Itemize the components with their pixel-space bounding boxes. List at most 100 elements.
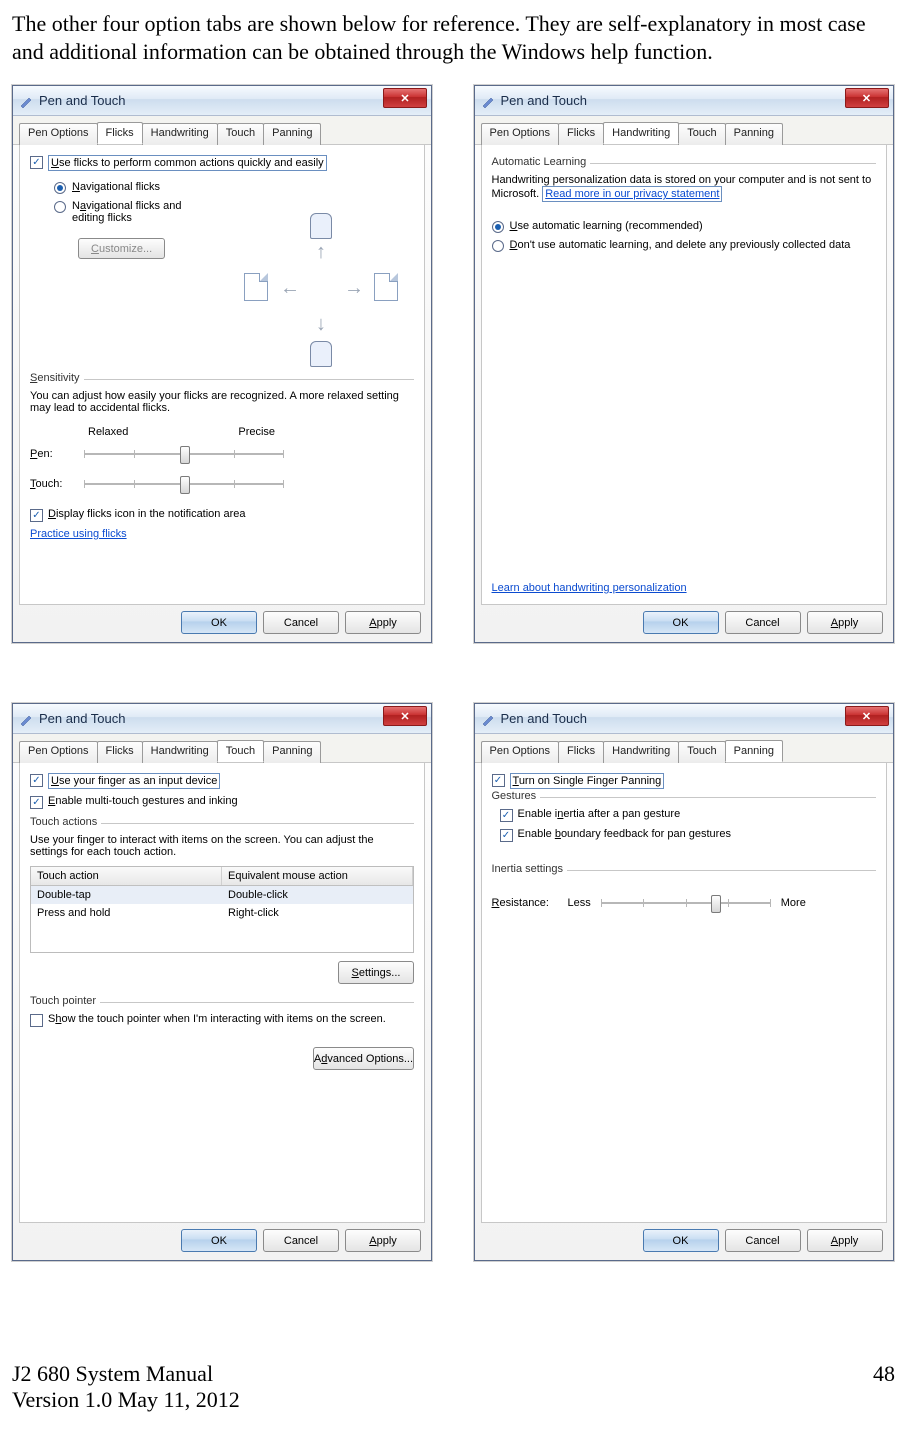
- use-finger-checkbox[interactable]: [30, 774, 43, 787]
- cancel-button[interactable]: Cancel: [263, 1229, 339, 1252]
- button-row: OK Cancel Apply: [475, 1229, 893, 1252]
- close-button[interactable]: ✕: [383, 88, 427, 108]
- auto-learning-label1: Use automatic learning (recommended): [510, 220, 703, 232]
- resistance-slider[interactable]: [601, 893, 771, 913]
- close-icon: ✕: [400, 92, 409, 105]
- settings-button[interactable]: Settings...: [338, 961, 414, 984]
- close-icon: ✕: [862, 92, 871, 105]
- tab-touch[interactable]: Touch: [678, 741, 725, 763]
- tab-handwriting[interactable]: Handwriting: [603, 741, 679, 763]
- tab-handwriting[interactable]: Handwriting: [142, 741, 218, 763]
- ok-button[interactable]: OK: [643, 1229, 719, 1252]
- tab-touch[interactable]: Touch: [217, 740, 264, 762]
- apply-button[interactable]: Apply: [807, 1229, 883, 1252]
- learn-handwriting-link[interactable]: Learn about handwriting personalization: [492, 582, 687, 594]
- apply-button[interactable]: Apply: [345, 611, 421, 634]
- window-title: Pen and Touch: [39, 711, 126, 726]
- resistance-row: Resistance: Less More: [492, 893, 876, 913]
- privacy-link[interactable]: Read more in our privacy statement: [542, 186, 722, 202]
- gestures-label: Gestures: [492, 790, 541, 802]
- tab-panning[interactable]: Panning: [725, 123, 783, 145]
- pen-icon: [19, 712, 33, 726]
- cell: Double-click: [222, 886, 413, 904]
- tab-flicks[interactable]: Flicks: [558, 123, 604, 145]
- tab-handwriting[interactable]: Handwriting: [142, 123, 218, 145]
- tab-flicks[interactable]: Flicks: [558, 741, 604, 763]
- touch-actions-text: Use your finger to interact with items o…: [30, 834, 414, 858]
- single-finger-checkbox[interactable]: [492, 774, 505, 787]
- display-icon-checkbox[interactable]: [30, 509, 43, 522]
- tab-flicks[interactable]: Flicks: [97, 122, 143, 144]
- window-title: Pen and Touch: [501, 93, 588, 108]
- auto-learning-radio[interactable]: [492, 221, 504, 233]
- touch-actions-table: Touch action Equivalent mouse action Dou…: [30, 866, 414, 953]
- tab-flicks[interactable]: Flicks: [97, 741, 143, 763]
- close-button[interactable]: ✕: [845, 706, 889, 726]
- tab-panning[interactable]: Panning: [725, 740, 783, 762]
- table-row[interactable]: Double-tap Double-click: [31, 886, 413, 904]
- col-touch-action: Touch action: [31, 867, 222, 885]
- enable-multi-checkbox[interactable]: [30, 796, 43, 809]
- resistance-label: Resistance:: [492, 897, 558, 909]
- intro-paragraph: The other four option tabs are shown bel…: [12, 10, 895, 65]
- ok-button[interactable]: OK: [181, 1229, 257, 1252]
- dialog-panning: Pen and Touch ✕ Pen Options Flicks Handw…: [474, 703, 894, 1261]
- use-flicks-checkbox[interactable]: [30, 156, 43, 169]
- customize-button[interactable]: Customize...: [78, 238, 165, 259]
- tab-touch[interactable]: Touch: [217, 123, 264, 145]
- titlebar: Pen and Touch ✕: [475, 704, 893, 734]
- dialog-touch: Pen and Touch ✕ Pen Options Flicks Handw…: [12, 703, 432, 1261]
- auto-learning-label: Automatic Learning: [492, 156, 591, 168]
- table-row[interactable]: Press and hold Right-click: [31, 904, 413, 922]
- pen-icon: [481, 94, 495, 108]
- tab-pen-options[interactable]: Pen Options: [481, 123, 560, 145]
- flick-diagram: ↑ ← → ↓: [240, 215, 400, 375]
- touch-actions-label: Touch actions: [30, 816, 101, 828]
- apply-button[interactable]: Apply: [345, 1229, 421, 1252]
- touch-pointer-row: Show the touch pointer when I'm interact…: [30, 1013, 414, 1027]
- tab-strip: Pen Options Flicks Handwriting Touch Pan…: [13, 734, 431, 763]
- footer-manual: J2 680 System Manual: [12, 1361, 240, 1387]
- no-auto-learning-radio[interactable]: [492, 240, 504, 252]
- use-flicks-label: UUse flicks to perform common actions qu…: [48, 155, 327, 171]
- ok-button[interactable]: OK: [643, 611, 719, 634]
- touch-pointer-checkbox[interactable]: [30, 1014, 43, 1027]
- inertia-label: Enable inertia after a pan gesture: [518, 808, 681, 820]
- window-title: Pen and Touch: [39, 93, 126, 108]
- practice-link[interactable]: Practice using flicks: [30, 528, 127, 540]
- cancel-button[interactable]: Cancel: [725, 1229, 801, 1252]
- apply-button[interactable]: Apply: [807, 611, 883, 634]
- cancel-button[interactable]: Cancel: [263, 611, 339, 634]
- dialog-grid: Pen and Touch ✕ Pen Options Flicks Handw…: [12, 85, 895, 1261]
- nav-flicks-radio[interactable]: [54, 182, 66, 194]
- pen-slider-row: Pen:: [30, 444, 414, 464]
- close-button[interactable]: ✕: [383, 706, 427, 726]
- tab-handwriting[interactable]: Handwriting: [603, 122, 679, 144]
- boundary-checkbox[interactable]: [500, 829, 513, 842]
- nav-edit-flicks-radio[interactable]: [54, 201, 66, 213]
- tab-pen-options[interactable]: Pen Options: [481, 741, 560, 763]
- cell: Press and hold: [31, 904, 222, 922]
- tab-panning[interactable]: Panning: [263, 741, 321, 763]
- close-button[interactable]: ✕: [845, 88, 889, 108]
- less-label: Less: [568, 897, 591, 909]
- page-number: 48: [873, 1361, 895, 1413]
- close-icon: ✕: [862, 710, 871, 723]
- auto-learning-label2: Don't use automatic learning, and delete…: [510, 239, 851, 251]
- tab-pen-options[interactable]: Pen Options: [19, 123, 98, 145]
- single-finger-row: Turn on Single Finger Panning: [492, 773, 876, 789]
- footer-version: Version 1.0 May 11, 2012: [12, 1387, 240, 1413]
- inertia-checkbox[interactable]: [500, 809, 513, 822]
- touch-slider[interactable]: [84, 474, 284, 494]
- tab-panning[interactable]: Panning: [263, 123, 321, 145]
- tab-pen-options[interactable]: Pen Options: [19, 741, 98, 763]
- page-footer: J2 680 System Manual Version 1.0 May 11,…: [12, 1331, 895, 1419]
- tab-touch[interactable]: Touch: [678, 123, 725, 145]
- cancel-button[interactable]: Cancel: [725, 611, 801, 634]
- cell: Double-tap: [31, 886, 222, 904]
- pen-slider[interactable]: [84, 444, 284, 464]
- page-left-icon: [244, 273, 268, 301]
- ok-button[interactable]: OK: [181, 611, 257, 634]
- advanced-options-button[interactable]: Advanced Options...: [313, 1047, 414, 1070]
- arrow-right-icon: →: [344, 277, 364, 300]
